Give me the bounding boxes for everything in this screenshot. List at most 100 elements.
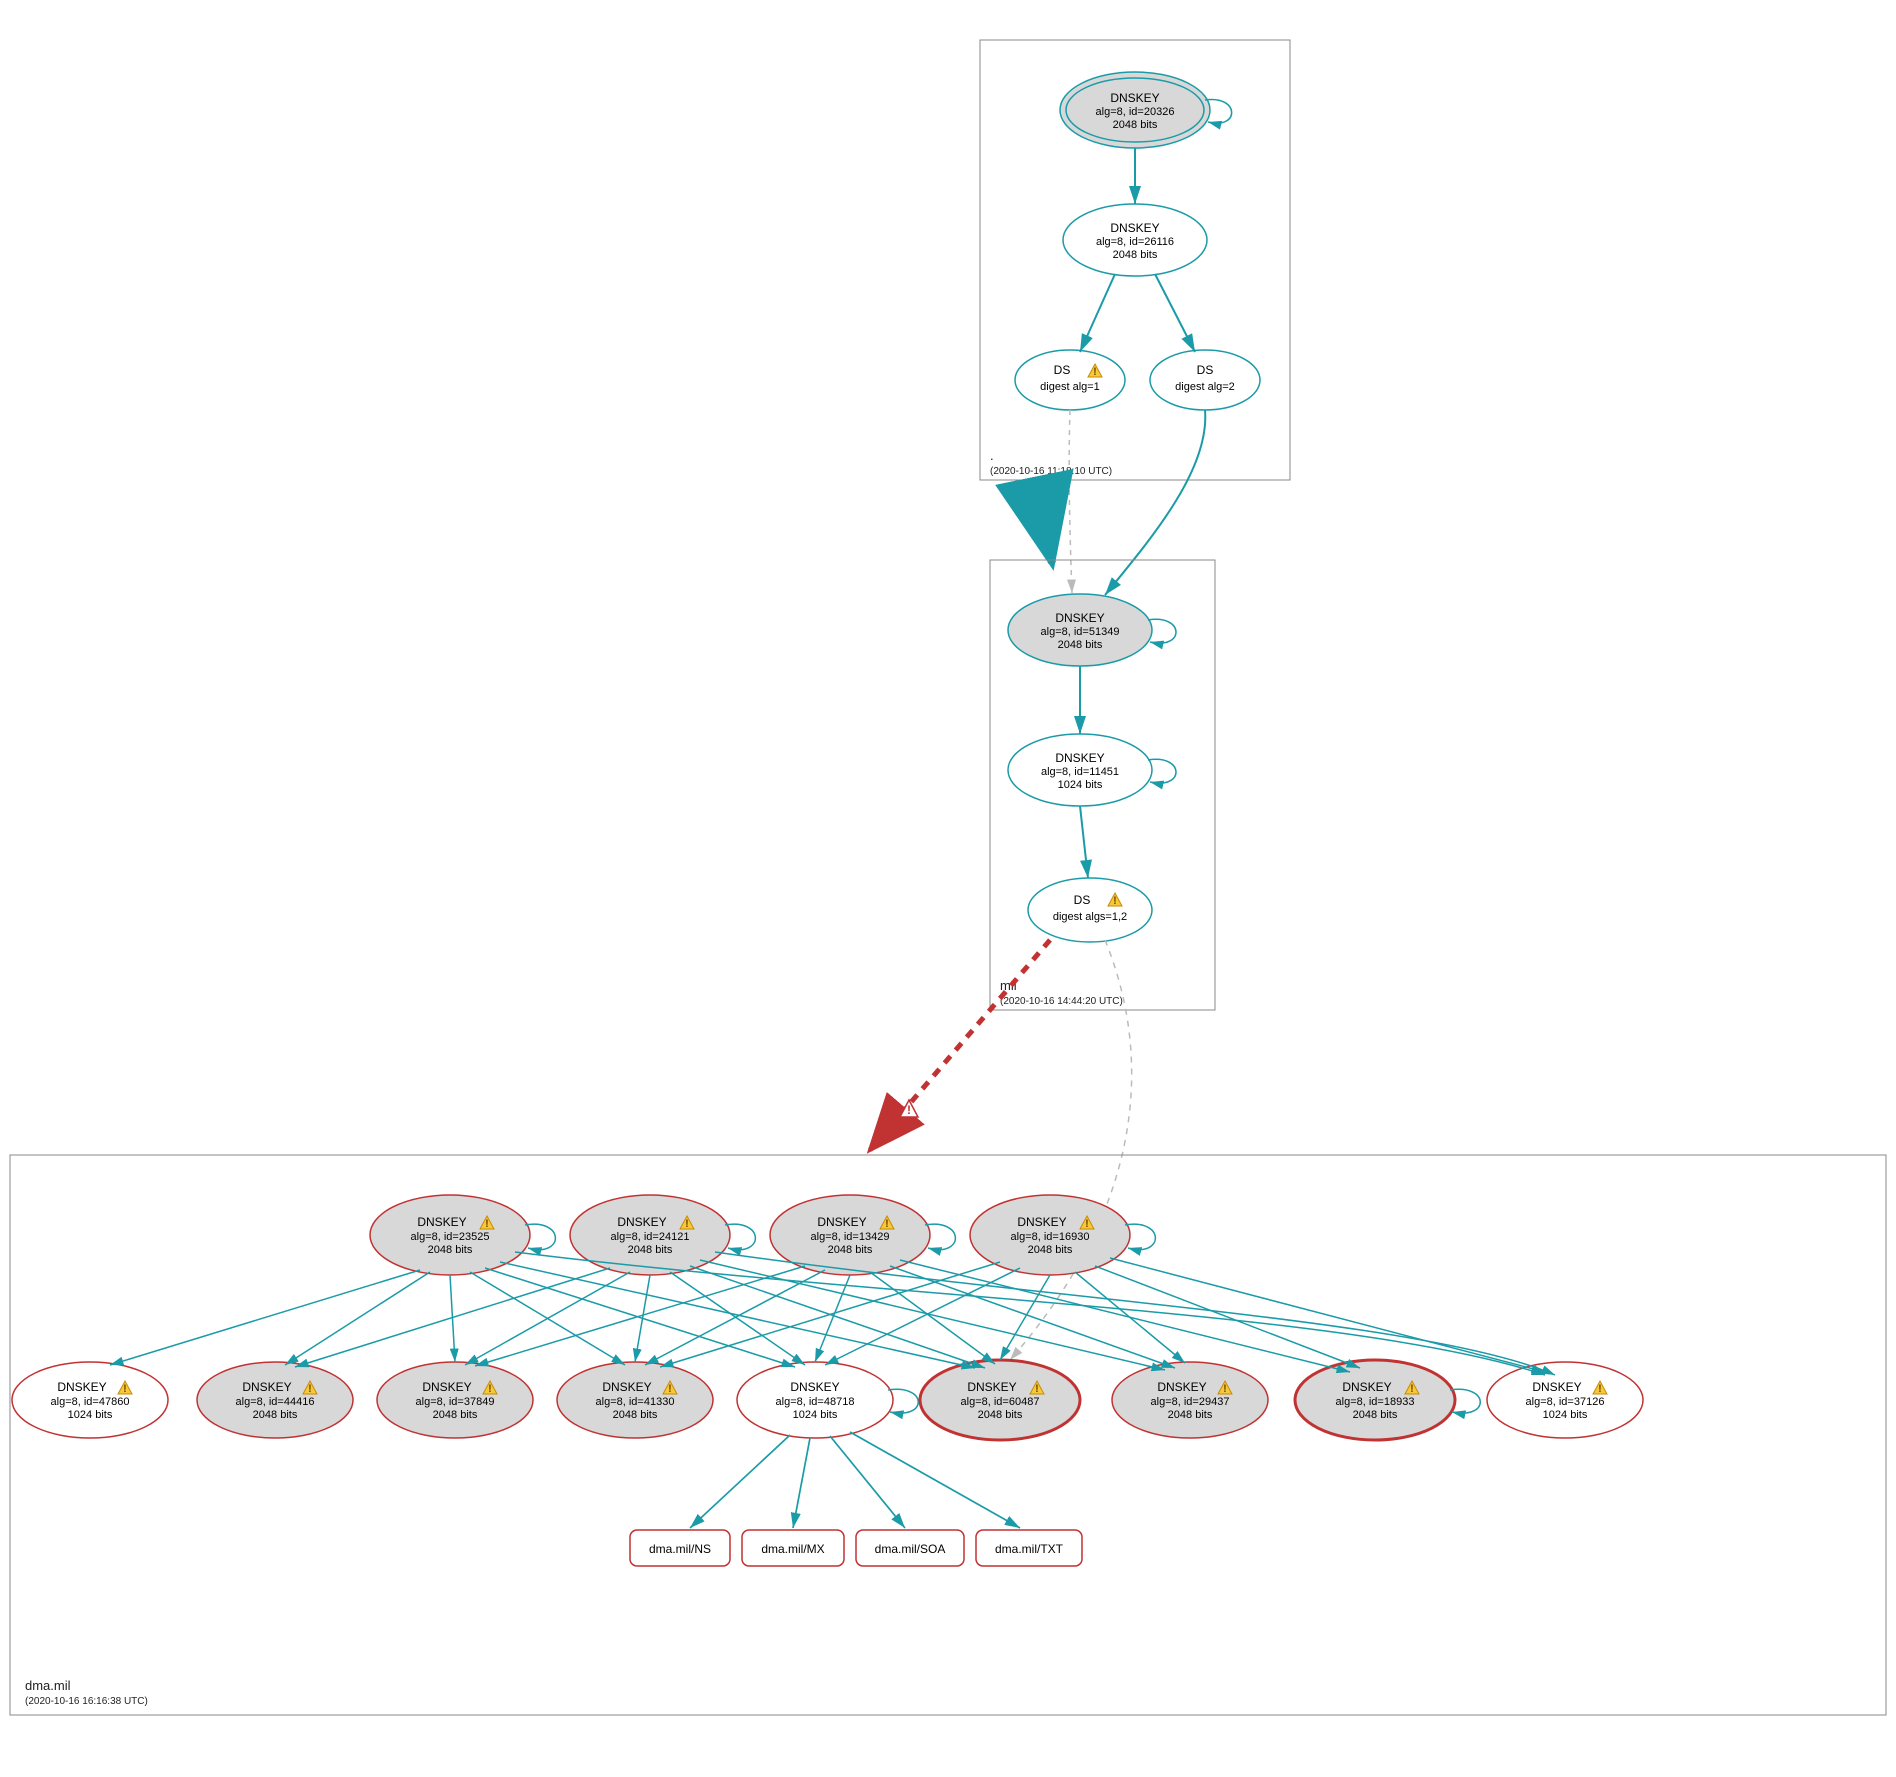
svg-text:alg=8, id=24121: alg=8, id=24121 xyxy=(611,1231,690,1243)
svg-text:digest alg=1: digest alg=1 xyxy=(1040,381,1100,393)
svg-text:2048 bits: 2048 bits xyxy=(1058,639,1103,651)
svg-text:alg=8, id=37849: alg=8, id=37849 xyxy=(416,1396,495,1408)
node-mil-ds: DS digest algs=1,2 ! xyxy=(1028,878,1152,942)
svg-text:2048 bits: 2048 bits xyxy=(1168,1409,1213,1421)
svg-text:alg=8, id=41330: alg=8, id=41330 xyxy=(596,1396,675,1408)
svg-text:!: ! xyxy=(1410,1383,1414,1395)
node-mil-zsk: DNSKEY alg=8, id=11451 1024 bits xyxy=(1008,734,1176,806)
node-root-zsk: DNSKEY alg=8, id=26116 2048 bits xyxy=(1063,204,1207,276)
svg-text:DNSKEY: DNSKEY xyxy=(1017,1215,1066,1229)
svg-text:DNSKEY: DNSKEY xyxy=(617,1215,666,1229)
svg-text:DNSKEY: DNSKEY xyxy=(417,1215,466,1229)
svg-text:1024 bits: 1024 bits xyxy=(1058,779,1103,791)
svg-text:2048 bits: 2048 bits xyxy=(828,1244,873,1256)
svg-text:2048 bits: 2048 bits xyxy=(1113,249,1158,261)
svg-text:dma.mil/SOA: dma.mil/SOA xyxy=(875,1542,946,1556)
svg-text:dma.mil/TXT: dma.mil/TXT xyxy=(995,1542,1064,1556)
svg-text:alg=8, id=51349: alg=8, id=51349 xyxy=(1041,626,1120,638)
svg-text:DNSKEY: DNSKEY xyxy=(1342,1380,1391,1394)
svg-text:dma.mil/MX: dma.mil/MX xyxy=(761,1542,824,1556)
svg-text:!: ! xyxy=(685,1218,689,1230)
svg-text:DNSKEY: DNSKEY xyxy=(1055,611,1104,625)
zone-root-time: (2020-10-16 11:18:10 UTC) xyxy=(990,466,1112,477)
node-dma-b7: DNSKEY alg=8, id=18933 2048 bits ! xyxy=(1295,1360,1480,1440)
svg-text:!: ! xyxy=(1223,1383,1227,1395)
svg-text:!: ! xyxy=(1598,1383,1602,1395)
svg-text:!: ! xyxy=(485,1218,489,1230)
svg-text:DS: DS xyxy=(1054,363,1071,377)
zone-mil-time: (2020-10-16 14:44:20 UTC) xyxy=(1000,996,1123,1007)
svg-text:2048 bits: 2048 bits xyxy=(978,1409,1023,1421)
svg-text:!: ! xyxy=(885,1218,889,1230)
rr-ns: dma.mil/NS xyxy=(630,1530,730,1566)
svg-text:DNSKEY: DNSKEY xyxy=(1532,1380,1581,1394)
node-dma-b6: DNSKEY alg=8, id=29437 2048 bits ! xyxy=(1112,1362,1268,1438)
svg-text:DNSKEY: DNSKEY xyxy=(967,1380,1016,1394)
svg-text:alg=8, id=18933: alg=8, id=18933 xyxy=(1336,1396,1415,1408)
node-dma-b0: DNSKEY alg=8, id=47860 1024 bits ! xyxy=(12,1362,168,1438)
svg-text:alg=8, id=11451: alg=8, id=11451 xyxy=(1041,766,1119,778)
svg-text:!: ! xyxy=(1085,1218,1089,1230)
svg-text:alg=8, id=60487: alg=8, id=60487 xyxy=(961,1396,1040,1408)
svg-text:alg=8, id=29437: alg=8, id=29437 xyxy=(1151,1396,1230,1408)
svg-text:DNSKEY: DNSKEY xyxy=(790,1380,839,1394)
svg-text:digest alg=2: digest alg=2 xyxy=(1175,381,1235,393)
svg-text:2048 bits: 2048 bits xyxy=(628,1244,673,1256)
svg-text:DNSKEY: DNSKEY xyxy=(817,1215,866,1229)
node-dma-b2: DNSKEY alg=8, id=37849 2048 bits ! xyxy=(377,1362,533,1438)
zone-dma: dma.mil (2020-10-16 16:16:38 UTC) DNSKEY… xyxy=(10,1155,1886,1715)
node-dma-b3: DNSKEY alg=8, id=41330 2048 bits ! xyxy=(557,1362,713,1438)
rr-soa: dma.mil/SOA xyxy=(856,1530,964,1566)
edge-delegation-heavy xyxy=(1035,480,1052,563)
zone-root: . (2020-10-16 11:18:10 UTC) DNSKEY alg=8… xyxy=(980,40,1290,480)
svg-text:2048 bits: 2048 bits xyxy=(1353,1409,1398,1421)
svg-text:!: ! xyxy=(1035,1383,1039,1395)
svg-text:2048 bits: 2048 bits xyxy=(428,1244,473,1256)
svg-text:!: ! xyxy=(907,1103,911,1117)
svg-text:!: ! xyxy=(488,1383,492,1395)
node-root-ds1: DS digest alg=1 ! xyxy=(1015,350,1125,410)
svg-text:2048 bits: 2048 bits xyxy=(1028,1244,1073,1256)
svg-text:1024 bits: 1024 bits xyxy=(68,1409,113,1421)
svg-text:!: ! xyxy=(1093,366,1097,378)
zone-dma-time: (2020-10-16 16:16:38 UTC) xyxy=(25,1696,148,1707)
svg-text:DNSKEY: DNSKEY xyxy=(1157,1380,1206,1394)
svg-text:!: ! xyxy=(123,1383,127,1395)
svg-text:digest algs=1,2: digest algs=1,2 xyxy=(1053,911,1127,923)
rr-txt: dma.mil/TXT xyxy=(976,1530,1082,1566)
node-dma-b5: DNSKEY alg=8, id=60487 2048 bits ! xyxy=(920,1360,1080,1440)
zone-root-name: . xyxy=(990,448,994,463)
svg-text:DNSKEY: DNSKEY xyxy=(242,1380,291,1394)
node-mil-ksk: DNSKEY alg=8, id=51349 2048 bits xyxy=(1008,594,1176,666)
svg-text:dma.mil/NS: dma.mil/NS xyxy=(649,1542,711,1556)
svg-text:alg=8, id=20326: alg=8, id=20326 xyxy=(1096,106,1175,118)
svg-text:alg=8, id=23525: alg=8, id=23525 xyxy=(411,1231,490,1243)
svg-text:alg=8, id=47860: alg=8, id=47860 xyxy=(51,1396,130,1408)
edge-delegation-gray-dashed xyxy=(1069,410,1072,593)
svg-text:DNSKEY: DNSKEY xyxy=(57,1380,106,1394)
svg-text:alg=8, id=48718: alg=8, id=48718 xyxy=(776,1396,855,1408)
rr-mx: dma.mil/MX xyxy=(742,1530,844,1566)
svg-text:alg=8, id=44416: alg=8, id=44416 xyxy=(236,1396,315,1408)
svg-text:1024 bits: 1024 bits xyxy=(1543,1409,1588,1421)
svg-text:DNSKEY: DNSKEY xyxy=(1110,221,1159,235)
svg-text:DS: DS xyxy=(1074,893,1091,907)
node-dma-b4: DNSKEY alg=8, id=48718 1024 bits xyxy=(737,1362,918,1438)
svg-text:!: ! xyxy=(1113,895,1117,907)
svg-text:2048 bits: 2048 bits xyxy=(253,1409,298,1421)
zone-dma-name: dma.mil xyxy=(25,1678,71,1693)
svg-text:2048 bits: 2048 bits xyxy=(1113,119,1158,131)
svg-text:alg=8, id=37126: alg=8, id=37126 xyxy=(1526,1396,1605,1408)
svg-text:DNSKEY: DNSKEY xyxy=(602,1380,651,1394)
svg-text:alg=8, id=16930: alg=8, id=16930 xyxy=(1011,1231,1090,1243)
svg-text:alg=8, id=13429: alg=8, id=13429 xyxy=(811,1231,890,1243)
node-dma-t1: DNSKEY alg=8, id=24121 2048 bits ! xyxy=(570,1195,730,1275)
edge-mil-to-dma-red xyxy=(870,940,1050,1150)
node-dma-b1: DNSKEY alg=8, id=44416 2048 bits ! xyxy=(197,1362,353,1438)
zone-mil: mil (2020-10-16 14:44:20 UTC) DNSKEY alg… xyxy=(990,560,1215,1010)
svg-text:1024 bits: 1024 bits xyxy=(793,1409,838,1421)
svg-text:2048 bits: 2048 bits xyxy=(613,1409,658,1421)
svg-text:DNSKEY: DNSKEY xyxy=(422,1380,471,1394)
edge-delegation-teal xyxy=(1105,410,1205,595)
svg-text:alg=8, id=26116: alg=8, id=26116 xyxy=(1096,236,1174,248)
